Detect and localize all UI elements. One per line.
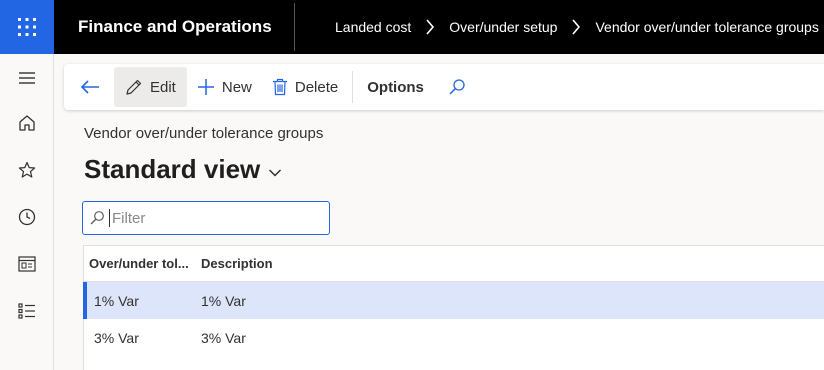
waffle-icon: [18, 18, 36, 36]
edit-button-label: Edit: [150, 78, 176, 96]
plus-icon: [197, 78, 215, 96]
view-selector[interactable]: Standard view: [84, 154, 282, 185]
action-pane-divider: [352, 71, 354, 103]
delete-button-label: Delete: [294, 78, 339, 96]
cell-group[interactable]: 1% Var: [84, 293, 197, 309]
column-header-description[interactable]: Description: [197, 256, 273, 271]
nav-workspaces-button[interactable]: [0, 246, 54, 282]
nav-modules-button[interactable]: [0, 293, 54, 329]
star-icon: [18, 161, 36, 178]
filter-input[interactable]: [109, 209, 309, 227]
action-search-button[interactable]: [434, 67, 480, 107]
table-row[interactable]: 3% Var 3% Var: [84, 319, 824, 356]
pencil-icon: [125, 78, 143, 96]
column-header-group[interactable]: Over/under tol...: [84, 256, 197, 271]
app-title[interactable]: Finance and Operations: [54, 17, 294, 37]
cell-description[interactable]: 1% Var: [197, 293, 246, 309]
nav-favorites-button[interactable]: [0, 152, 54, 188]
arrow-left-icon: [80, 80, 99, 94]
breadcrumb-item-current-page[interactable]: Vendor over/under tolerance groups: [595, 19, 818, 35]
options-tab[interactable]: Options: [357, 67, 434, 107]
page-caption: Vendor over/under tolerance groups: [84, 125, 324, 142]
workspace-icon: [18, 256, 36, 272]
tolerance-groups-grid: Over/under tol... Description 1% Var 1% …: [83, 245, 824, 370]
top-bar: Finance and Operations Landed cost Over/…: [0, 0, 824, 54]
action-pane: Edit New Delete Options: [64, 64, 824, 110]
new-button-label: New: [221, 78, 252, 96]
chevron-down-icon: [268, 168, 282, 178]
cell-description[interactable]: 3% Var: [197, 330, 246, 346]
view-name: Standard view: [84, 154, 261, 184]
list-icon: [18, 303, 35, 319]
search-icon: [89, 210, 105, 226]
clock-icon: [18, 208, 36, 226]
app-launcher-button[interactable]: [0, 0, 54, 54]
nav-home-button[interactable]: [0, 105, 54, 141]
table-row[interactable]: 1% Var 1% Var: [83, 282, 824, 319]
trash-icon: [272, 78, 288, 96]
breadcrumb-item-landed-cost[interactable]: Landed cost: [335, 19, 411, 35]
left-nav-pane: [0, 54, 54, 370]
nav-expand-button[interactable]: [0, 60, 54, 96]
breadcrumb-item-over-under-setup[interactable]: Over/under setup: [449, 19, 557, 35]
cell-group[interactable]: 3% Var: [84, 330, 197, 346]
home-icon: [19, 115, 35, 131]
new-button[interactable]: New: [187, 67, 262, 107]
hamburger-menu-icon: [19, 72, 35, 84]
search-icon: [449, 79, 465, 95]
header-divider: [294, 3, 295, 51]
breadcrumb: Landed cost Over/under setup Vendor over…: [335, 19, 819, 35]
edit-button[interactable]: Edit: [114, 67, 187, 107]
nav-recent-button[interactable]: [0, 199, 54, 235]
grid-header: Over/under tol... Description: [84, 246, 824, 282]
back-button[interactable]: [68, 67, 112, 107]
chevron-right-icon: [571, 19, 581, 35]
chevron-right-icon: [425, 19, 435, 35]
delete-button[interactable]: Delete: [262, 67, 348, 107]
filter-box[interactable]: [82, 201, 330, 235]
